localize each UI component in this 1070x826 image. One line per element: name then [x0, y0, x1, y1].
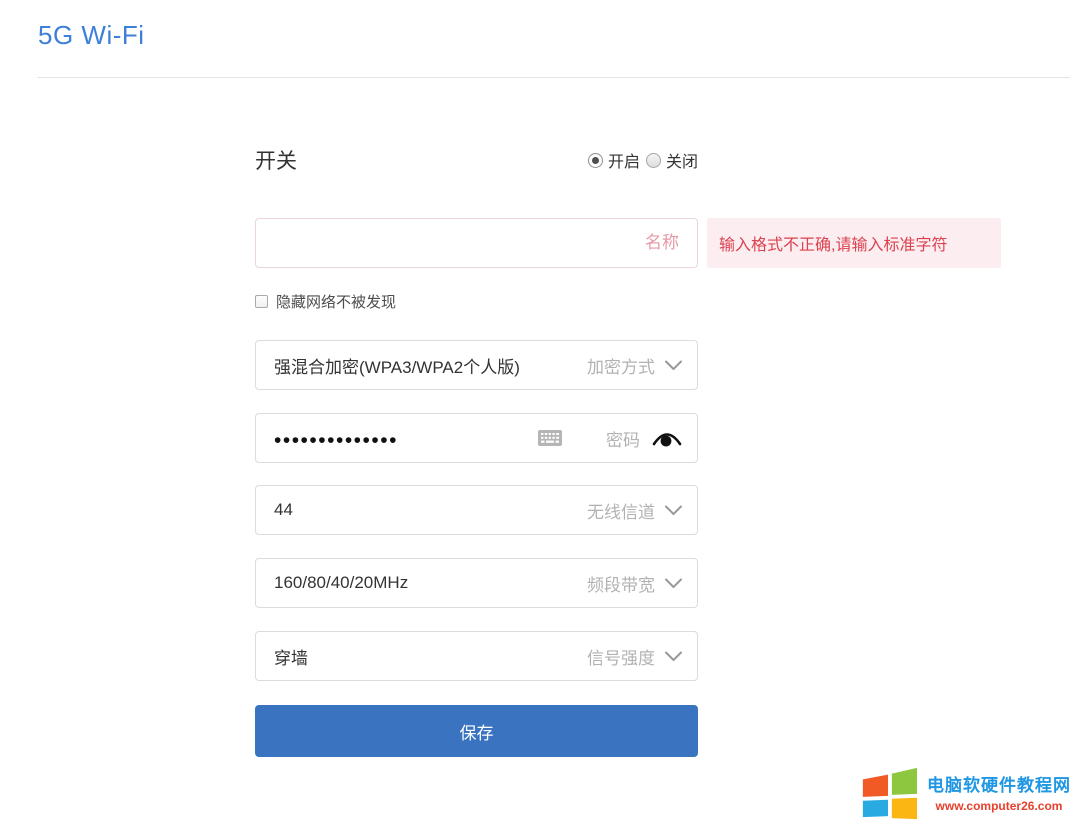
radio-off-icon[interactable] [646, 153, 661, 168]
encryption-value: 强混合加密(WPA3/WPA2个人版) [274, 353, 587, 378]
bandwidth-select[interactable]: 160/80/40/20MHz 频段带宽 [255, 558, 698, 608]
header-divider [37, 77, 1070, 78]
watermark-text: 电脑软硬件教程网 www.computer26.com [927, 771, 1070, 813]
hide-network-row[interactable]: 隐藏网络不被发现 [255, 292, 396, 310]
watermark: 电脑软硬件教程网 www.computer26.com [856, 763, 1070, 821]
save-button[interactable]: 保存 [255, 705, 698, 757]
chevron-down-icon [665, 651, 682, 662]
switch-radio-group: 开启 关闭 [588, 148, 698, 172]
radio-off-label: 关闭 [666, 148, 698, 172]
encryption-label: 加密方式 [587, 353, 655, 378]
page-title: 5G Wi-Fi [38, 20, 145, 51]
network-name-input[interactable] [255, 218, 698, 268]
bandwidth-value: 160/80/40/20MHz [274, 573, 587, 593]
password-field[interactable]: •••••••••••••• 密码 [255, 413, 698, 463]
keyboard-icon[interactable] [538, 430, 562, 446]
radio-on-icon[interactable] [588, 153, 603, 168]
encryption-select[interactable]: 强混合加密(WPA3/WPA2个人版) 加密方式 [255, 340, 698, 390]
channel-value: 44 [274, 500, 587, 520]
signal-label: 信号强度 [587, 644, 655, 669]
switch-row: 开关 开启 关闭 [255, 144, 698, 176]
wifi-settings-page: 5G Wi-Fi 开关 开启 关闭 输入格式不正确,请输入标准字符 隐藏网络不被… [0, 0, 1070, 826]
switch-label: 开关 [255, 145, 297, 175]
name-error-box: 输入格式不正确,请输入标准字符 [707, 218, 1001, 268]
chevron-down-icon [665, 505, 682, 516]
name-error-text: 输入格式不正确,请输入标准字符 [719, 231, 947, 255]
channel-select[interactable]: 44 无线信道 [255, 485, 698, 535]
signal-value: 穿墙 [274, 644, 587, 669]
channel-label: 无线信道 [587, 498, 655, 523]
watermark-site-name: 电脑软硬件教程网 [927, 771, 1070, 796]
radio-off[interactable]: 关闭 [646, 148, 698, 172]
hide-network-label: 隐藏网络不被发现 [276, 291, 396, 312]
windows-flag-logo-icon [856, 763, 920, 821]
radio-on-label: 开启 [608, 148, 640, 172]
eye-icon[interactable] [652, 429, 682, 448]
chevron-down-icon [665, 360, 682, 371]
password-masked-value[interactable]: •••••••••••••• [274, 426, 538, 451]
hide-network-checkbox[interactable] [255, 295, 268, 308]
bandwidth-label: 频段带宽 [587, 571, 655, 596]
radio-on[interactable]: 开启 [588, 148, 640, 172]
signal-select[interactable]: 穿墙 信号强度 [255, 631, 698, 681]
password-label: 密码 [606, 426, 640, 451]
watermark-site-url: www.computer26.com [936, 799, 1063, 813]
chevron-down-icon [665, 578, 682, 589]
